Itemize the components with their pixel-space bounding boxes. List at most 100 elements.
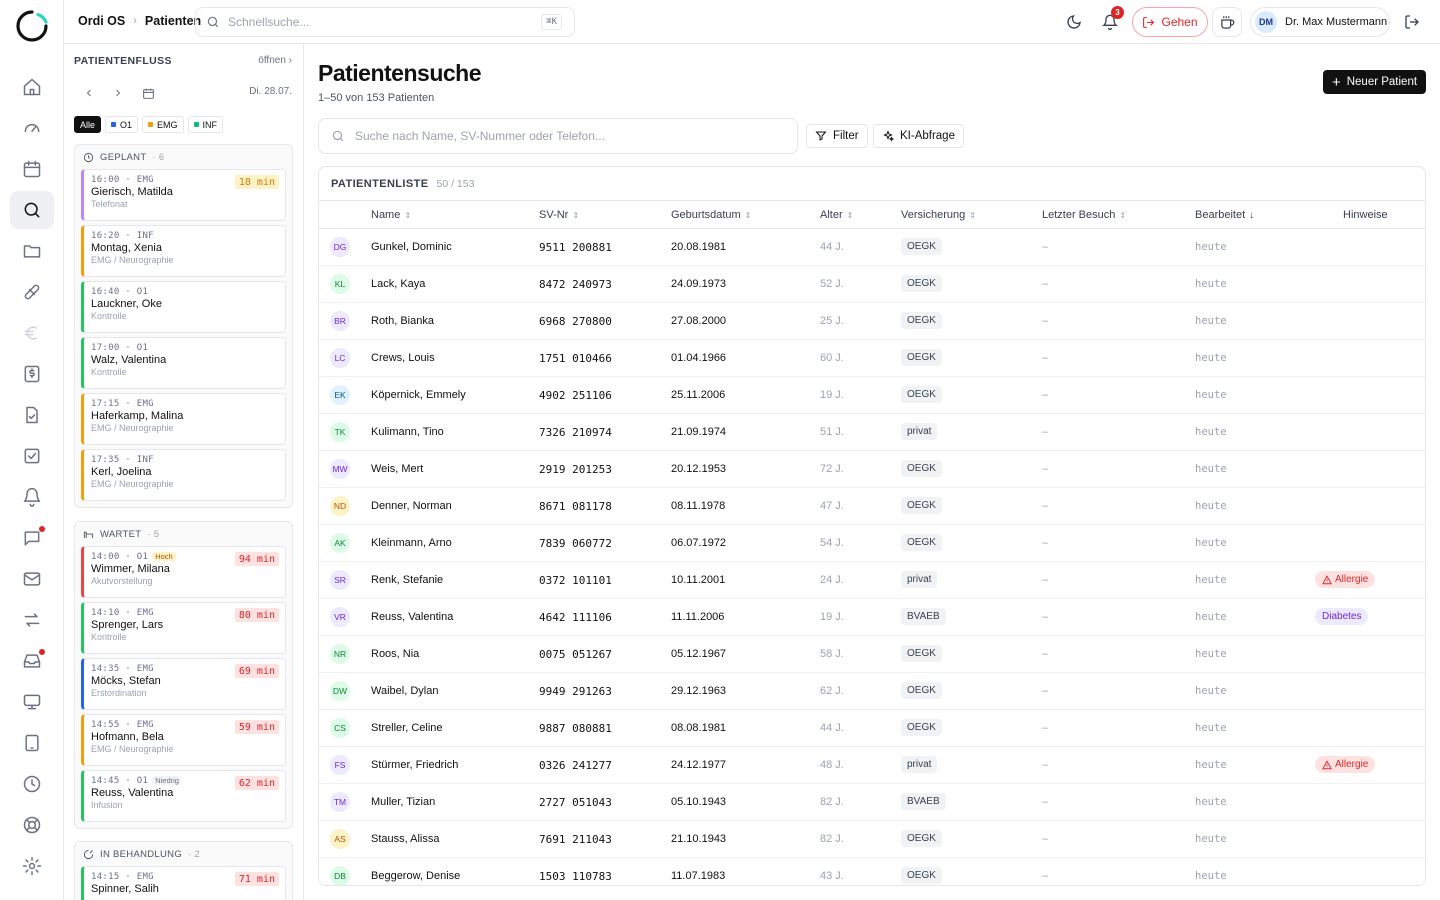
status-icon xyxy=(83,152,94,162)
table-row[interactable]: DB Beggerow, Denise 1503 110783 11.07.1983 4… xyxy=(319,858,1425,885)
column-last-visit[interactable]: Letzter Besuch ⇕ xyxy=(1042,209,1126,221)
rail-document-check[interactable] xyxy=(10,396,54,434)
dark-mode-toggle[interactable] xyxy=(1062,10,1086,34)
notifications-button[interactable]: 3 xyxy=(1098,6,1124,34)
table-row[interactable]: NR Roos, Nia 0075 051267 05.12.1967 58 J. OEG… xyxy=(319,636,1425,673)
filter-chip[interactable]: INF xyxy=(187,116,224,133)
table-row[interactable]: EK Köpernick, Emmely 4902 251106 25.11.2006… xyxy=(319,377,1425,414)
date-picker-button[interactable] xyxy=(139,84,157,102)
rail-search[interactable] xyxy=(10,191,54,229)
patient-name[interactable]: Renk, Stefanie xyxy=(371,574,443,586)
table-row[interactable]: ND Denner, Norman 8671 081178 08.11.1978 47 … xyxy=(319,488,1425,525)
quick-search-input[interactable] xyxy=(228,15,528,29)
patient-name[interactable]: Weis, Mert xyxy=(371,463,423,475)
flow-card[interactable]: 16:00 · EMG Gierisch, Matilda Telefonat 18 … xyxy=(81,169,286,221)
table-row[interactable]: KL Lack, Kaya 8472 240973 24.09.1973 52 J. OE… xyxy=(319,266,1425,303)
flow-card[interactable]: 17:35 · INF Kerl, Joelina EMG / Neurograph… xyxy=(81,449,286,501)
patient-name[interactable]: Muller, Tizian xyxy=(371,796,435,808)
table-row[interactable]: TM Muller, Tizian 2727 051043 05.10.1943 82 … xyxy=(319,784,1425,821)
patient-search[interactable] xyxy=(318,118,798,154)
rail-euro[interactable] xyxy=(10,314,54,352)
rail-home[interactable] xyxy=(10,68,54,106)
table-row[interactable]: SR Renk, Stefanie 0372 101101 10.11.2001 24 … xyxy=(319,562,1425,599)
column-name[interactable]: Name ⇕ xyxy=(371,209,411,221)
patient-name[interactable]: Crews, Louis xyxy=(371,352,435,364)
rail-folder[interactable] xyxy=(10,232,54,270)
column-age[interactable]: Alter ⇕ xyxy=(820,209,853,221)
column-dob[interactable]: Geburtsdatum ⇕ xyxy=(671,209,751,221)
column-insurance[interactable]: Versicherung ⇕ xyxy=(901,209,976,221)
break-button[interactable] xyxy=(1212,7,1242,37)
filter-button[interactable]: Filter xyxy=(806,124,868,148)
rail-checklist[interactable] xyxy=(10,437,54,475)
flow-card[interactable]: 14:10 · EMG Sprenger, Lars Kontrolle 80 min xyxy=(81,602,286,654)
patient-name[interactable]: Kleinmann, Arno xyxy=(371,537,452,549)
table-row[interactable]: VR Reuss, Valentina 4642 111106 11.11.2006 1… xyxy=(319,599,1425,636)
ordi-logo[interactable] xyxy=(14,9,50,43)
patient-search-input[interactable] xyxy=(355,129,775,143)
rail-calendar[interactable] xyxy=(10,150,54,188)
gehen-button[interactable]: Gehen xyxy=(1132,7,1208,37)
rail-swap[interactable] xyxy=(10,601,54,639)
breadcrumb-app[interactable]: Ordi OS xyxy=(78,14,125,28)
rail-clock[interactable] xyxy=(10,765,54,803)
rail-bell[interactable] xyxy=(10,478,54,516)
filter-chip[interactable]: O1 xyxy=(105,116,139,133)
patient-name[interactable]: Kulimann, Tino xyxy=(371,426,444,438)
table-row[interactable]: DW Waibel, Dylan 9949 291263 29.12.1963 62 J… xyxy=(319,673,1425,710)
rail-pill[interactable] xyxy=(10,273,54,311)
flow-card[interactable]: 16:40 · O1 Lauckner, Oke Kontrolle xyxy=(81,281,286,333)
prev-day-button[interactable] xyxy=(80,84,98,102)
flow-card[interactable]: 14:35 · EMG Möcks, Stefan Erstordination 69… xyxy=(81,658,286,710)
rail-gauge[interactable] xyxy=(10,109,54,147)
patient-list-title: PATIENTENLISTE xyxy=(331,177,429,190)
patient-name[interactable]: Lack, Kaya xyxy=(371,278,425,290)
table-row[interactable]: AS Stauss, Alissa 7691 211043 21.10.1943 82 … xyxy=(319,821,1425,858)
patient-name[interactable]: Waibel, Dylan xyxy=(371,685,438,697)
patient-name[interactable]: Köpernick, Emmely xyxy=(371,389,466,401)
flow-card[interactable]: 14:00 · O1 Hoch Wimmer, Milana Akutvorstell… xyxy=(81,546,286,598)
rail-settings[interactable] xyxy=(10,847,54,885)
column-svnr[interactable]: SV-Nr ⇕ xyxy=(539,209,579,221)
flow-card[interactable]: 17:15 · EMG Haferkamp, Malina EMG / Neurog… xyxy=(81,393,286,445)
patient-name[interactable]: Streller, Celine xyxy=(371,722,443,734)
patient-name[interactable]: Stürmer, Friedrich xyxy=(371,759,458,771)
flow-card[interactable]: 14:15 · EMG Spinner, Salih 71 min xyxy=(81,866,286,900)
logout-button[interactable] xyxy=(1400,10,1424,34)
table-row[interactable]: TK Kulimann, Tino 7326 210974 21.09.1974 51 … xyxy=(319,414,1425,451)
patient-name[interactable]: Roos, Nia xyxy=(371,648,419,660)
filter-chip[interactable]: EMG xyxy=(142,116,184,133)
column-edited[interactable]: Bearbeitet ↓ xyxy=(1195,209,1254,221)
rail-monitor[interactable] xyxy=(10,683,54,721)
table-row[interactable]: MW Weis, Mert 2919 201253 20.12.1953 72 J. OE… xyxy=(319,451,1425,488)
rail-tablet[interactable] xyxy=(10,724,54,762)
table-row[interactable]: BR Roth, Bianka 6968 270800 27.08.2000 25 J.… xyxy=(319,303,1425,340)
table-row[interactable]: FS Stürmer, Friedrich 0326 241277 24.12.197… xyxy=(319,747,1425,784)
user-menu[interactable]: DM Dr. Max Mustermann xyxy=(1250,7,1390,37)
ai-query-button[interactable]: KI-Abfrage xyxy=(873,124,964,148)
flow-card[interactable]: 16:20 · INF Montag, Xenia EMG / Neurograph… xyxy=(81,225,286,277)
flow-card[interactable]: 14:45 · O1 Niedrig Reuss, Valentina Infusio… xyxy=(81,770,286,822)
patient-name[interactable]: Roth, Bianka xyxy=(371,315,434,327)
rail-help[interactable] xyxy=(10,806,54,844)
flow-card[interactable]: 14:55 · EMG Hofmann, Bela EMG / Neurograph… xyxy=(81,714,286,766)
rail-billing[interactable] xyxy=(10,355,54,393)
open-link[interactable]: öffnen › xyxy=(258,55,292,66)
table-row[interactable]: CS Streller, Celine 9887 080881 08.08.1981 4… xyxy=(319,710,1425,747)
table-row[interactable]: AK Kleinmann, Arno 7839 060772 06.07.1972 54… xyxy=(319,525,1425,562)
table-row[interactable]: LC Crews, Louis 1751 010466 01.04.1966 60 J.… xyxy=(319,340,1425,377)
rail-chat[interactable] xyxy=(10,519,54,557)
patient-name[interactable]: Reuss, Valentina xyxy=(371,611,453,623)
patient-name[interactable]: Stauss, Alissa xyxy=(371,833,439,845)
quick-search[interactable]: ⌘K xyxy=(195,7,575,37)
flow-card[interactable]: 17:00 · O1 Walz, Valentina Kontrolle xyxy=(81,337,286,389)
patient-name[interactable]: Gunkel, Dominic xyxy=(371,241,452,253)
new-patient-button[interactable]: + Neuer Patient xyxy=(1323,70,1426,94)
patient-name[interactable]: Beggerow, Denise xyxy=(371,870,460,882)
next-day-button[interactable] xyxy=(109,84,127,102)
rail-mail[interactable] xyxy=(10,560,54,598)
rail-inbox[interactable] xyxy=(10,642,54,680)
filter-chip[interactable]: Alle xyxy=(74,116,102,133)
patient-name[interactable]: Denner, Norman xyxy=(371,500,452,512)
table-row[interactable]: DG Gunkel, Dominic 9511 200881 20.08.1981 44… xyxy=(319,229,1425,266)
